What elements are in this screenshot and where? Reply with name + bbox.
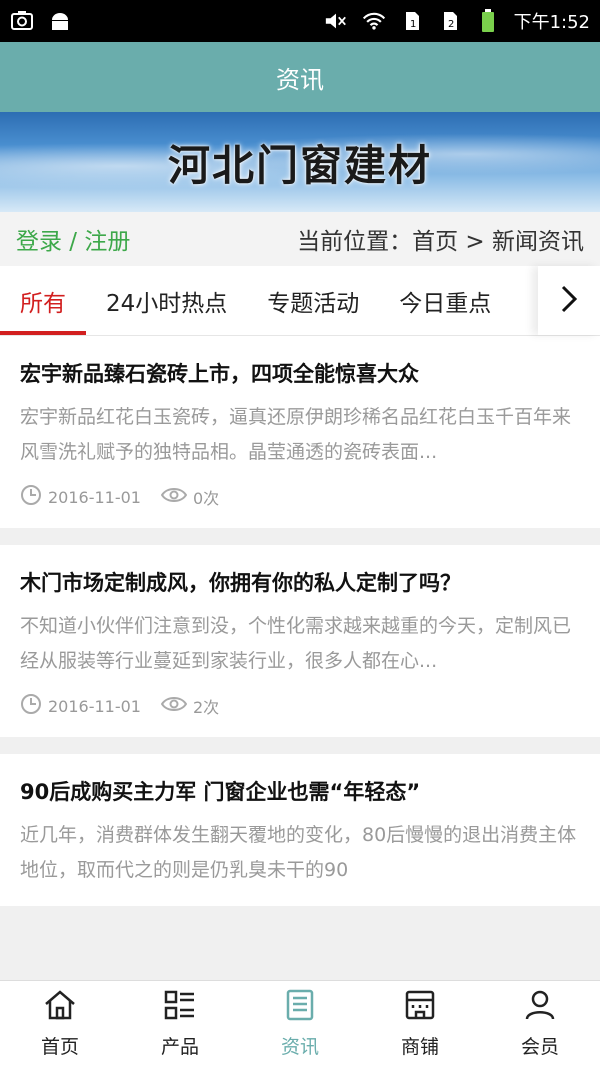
- news-title: 木门市场定制成风，你拥有你的私人定制了吗？: [20, 571, 461, 595]
- screenshot-icon: [10, 10, 34, 32]
- news-title: 宏宇新品臻石瓷砖上市，四项全能惊喜大众: [20, 362, 419, 386]
- nav-label: 首页: [40, 1036, 79, 1058]
- news-meta: 2016-11-01 0次: [20, 484, 580, 510]
- news-list: 宏宇新品臻石瓷砖上市，四项全能惊喜大众 宏宇新品红花白玉瓷砖，逼真还原伊朗珍稀名…: [0, 336, 600, 906]
- news-desc: 不知道小伙伴们注意到没，个性化需求越来越重的今天，定制风已经从服装等行业蔓延到家…: [20, 615, 572, 672]
- page-title: 资讯: [276, 65, 324, 94]
- news-desc: 近几年，消费群体发生翻天覆地的变化，80后慢慢的退出消费主体地位，取而代之的则是…: [20, 824, 577, 881]
- nav-label: 产品: [160, 1036, 199, 1058]
- nav-label: 会员: [520, 1036, 559, 1058]
- news-views: 0次: [192, 489, 220, 508]
- news-desc: 宏宇新品红花白玉瓷砖，逼真还原伊朗珍稀名品红花白玉千百年来风雪洗礼赋予的独特品相…: [20, 406, 572, 463]
- nav-member[interactable]: 会员: [480, 981, 600, 1067]
- nav-label: 资讯: [280, 1036, 319, 1058]
- user-icon: [523, 989, 557, 1026]
- nav-news[interactable]: 资讯: [240, 981, 360, 1067]
- news-icon: [283, 989, 317, 1026]
- sim2-icon: 2: [438, 10, 462, 32]
- nav-label: 商铺: [400, 1036, 439, 1058]
- svg-text:2: 2: [448, 19, 454, 30]
- news-item[interactable]: 木门市场定制成风，你拥有你的私人定制了吗？ 不知道小伙伴们注意到没，个性化需求越…: [0, 545, 600, 737]
- banner-title: 河北门窗建材: [167, 140, 432, 190]
- news-scroll-area[interactable]: 宏宇新品臻石瓷砖上市，四项全能惊喜大众 宏宇新品红花白玉瓷砖，逼真还原伊朗珍稀名…: [0, 336, 600, 1056]
- news-date: 2016-11-01: [48, 696, 141, 716]
- list-icon: [163, 989, 197, 1026]
- tab-special-events[interactable]: 专题活动: [247, 266, 379, 335]
- category-tabs: 所有 24小时热点 专题活动 今日重点: [0, 266, 600, 336]
- nav-shops[interactable]: 商铺: [360, 981, 480, 1067]
- page: 1 2 下午1:52 资讯 河北门窗建材 登录 / 注册 当前位置：首页 > 新…: [0, 0, 600, 1067]
- status-time: 下午1:52: [513, 12, 590, 33]
- news-item[interactable]: 宏宇新品臻石瓷砖上市，四项全能惊喜大众 宏宇新品红花白玉瓷砖，逼真还原伊朗珍稀名…: [0, 336, 600, 528]
- chevron-right-icon: [559, 284, 579, 318]
- tab-all[interactable]: 所有: [0, 266, 86, 335]
- clock-icon: [20, 693, 42, 719]
- news-item[interactable]: 90后成购买主力军 门窗企业也需“年轻态” 近几年，消费群体发生翻天覆地的变化，…: [0, 754, 600, 906]
- nav-products[interactable]: 产品: [120, 981, 240, 1067]
- sim1-icon: 1: [400, 10, 424, 32]
- news-title: 90后成购买主力军 门窗企业也需“年轻态”: [20, 780, 421, 804]
- eye-icon: [160, 486, 188, 508]
- svg-text:1: 1: [410, 19, 416, 30]
- news-date: 2016-11-01: [48, 487, 141, 507]
- wifi-icon: [362, 10, 386, 32]
- app-header: 资讯: [0, 42, 600, 112]
- tabs-scroll-right-button[interactable]: [538, 266, 600, 335]
- battery-icon: [476, 9, 500, 32]
- bottom-nav: 首页 产品 资讯 商铺 会员: [0, 980, 600, 1067]
- nav-home[interactable]: 首页: [0, 981, 120, 1067]
- clock-icon: [20, 484, 42, 510]
- status-bar: 1 2 下午1:52: [0, 0, 600, 42]
- shop-icon: [403, 989, 437, 1026]
- banner: 河北门窗建材: [0, 112, 600, 212]
- news-views: 2次: [192, 698, 220, 717]
- tab-today-focus[interactable]: 今日重点: [379, 266, 511, 335]
- login-register-link[interactable]: 登录 / 注册: [16, 222, 130, 256]
- home-icon: [43, 989, 77, 1026]
- android-icon: [48, 10, 72, 32]
- mute-icon: [324, 10, 348, 32]
- breadcrumb: 当前位置：首页 > 新闻资讯: [297, 229, 584, 255]
- login-bar: 登录 / 注册 当前位置：首页 > 新闻资讯: [0, 212, 600, 266]
- eye-icon: [160, 695, 188, 717]
- news-meta: 2016-11-01 2次: [20, 693, 580, 719]
- tab-24h-hot[interactable]: 24小时热点: [86, 266, 247, 335]
